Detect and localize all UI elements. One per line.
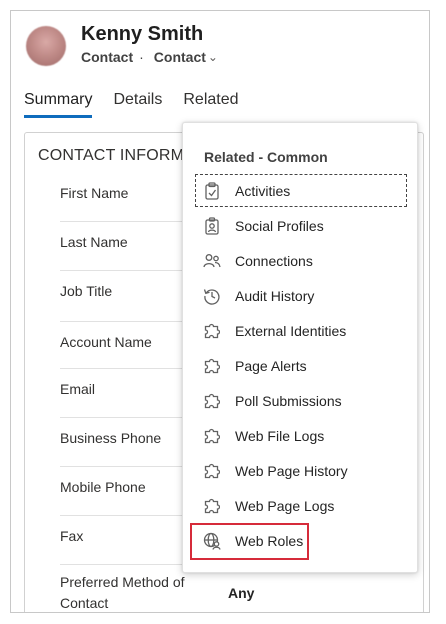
- form-selector[interactable]: Contact ⌄: [150, 49, 218, 65]
- menu-item-activities[interactable]: Activities: [195, 174, 407, 207]
- menu-item-label: Social Profiles: [235, 217, 324, 234]
- menu-item-label: Web Page Logs: [235, 497, 335, 514]
- menu-item-label: Connections: [235, 252, 313, 269]
- record-title: Kenny Smith: [81, 23, 204, 45]
- record-subtitle: Contact · Contact ⌄: [81, 49, 218, 65]
- menu-item-poll-submissions[interactable]: Poll Submissions: [195, 384, 407, 417]
- menu-item-page-alerts[interactable]: Page Alerts: [195, 349, 407, 382]
- puzzle-icon: [203, 357, 221, 375]
- history-icon: [203, 287, 221, 305]
- menu-item-label: Audit History: [235, 287, 315, 304]
- puzzle-icon: [203, 462, 221, 480]
- separator-dot: ·: [139, 49, 144, 65]
- tab-list: Summary Details Related: [24, 91, 239, 118]
- menu-item-web-roles[interactable]: Web Roles: [195, 524, 407, 557]
- form-name: Contact: [153, 49, 206, 65]
- related-dropdown-menu: Related - Common Activities Social Profi…: [182, 122, 418, 573]
- puzzle-icon: [203, 427, 221, 445]
- menu-item-external-identities[interactable]: External Identities: [195, 314, 407, 347]
- tab-related[interactable]: Related: [183, 91, 238, 118]
- menu-item-label: External Identities: [235, 322, 347, 339]
- tab-details[interactable]: Details: [113, 91, 162, 118]
- puzzle-icon: [203, 497, 221, 515]
- profile-badge-icon: [203, 216, 221, 235]
- menu-header: Related - Common: [204, 149, 328, 165]
- menu-item-social-profiles[interactable]: Social Profiles: [195, 209, 407, 242]
- menu-item-label: Poll Submissions: [235, 392, 342, 409]
- avatar: [26, 26, 66, 66]
- menu-item-web-file-logs[interactable]: Web File Logs: [195, 419, 407, 452]
- menu-item-audit-history[interactable]: Audit History: [195, 279, 407, 312]
- menu-item-web-page-history[interactable]: Web Page History: [195, 454, 407, 487]
- menu-item-label: Activities: [235, 182, 291, 199]
- menu-item-web-page-logs[interactable]: Web Page Logs: [195, 489, 407, 522]
- entity-name: Contact: [81, 49, 134, 65]
- people-icon: [203, 252, 221, 270]
- puzzle-icon: [203, 322, 221, 340]
- menu-item-label: Web Page History: [235, 462, 348, 479]
- menu-item-label: Web Roles: [235, 532, 304, 549]
- field-value-preferred-method[interactable]: Any: [228, 585, 254, 601]
- field-label-preferred-method: Preferred Method of Contact: [60, 574, 185, 611]
- menu-item-label: Page Alerts: [235, 357, 307, 374]
- menu-item-label: Web File Logs: [235, 427, 325, 444]
- globe-person-icon: [203, 532, 221, 550]
- puzzle-icon: [203, 392, 221, 410]
- tab-summary[interactable]: Summary: [24, 91, 93, 118]
- chevron-down-icon: ⌄: [207, 50, 218, 64]
- menu-item-connections[interactable]: Connections: [195, 244, 407, 277]
- clipboard-icon: [203, 181, 221, 200]
